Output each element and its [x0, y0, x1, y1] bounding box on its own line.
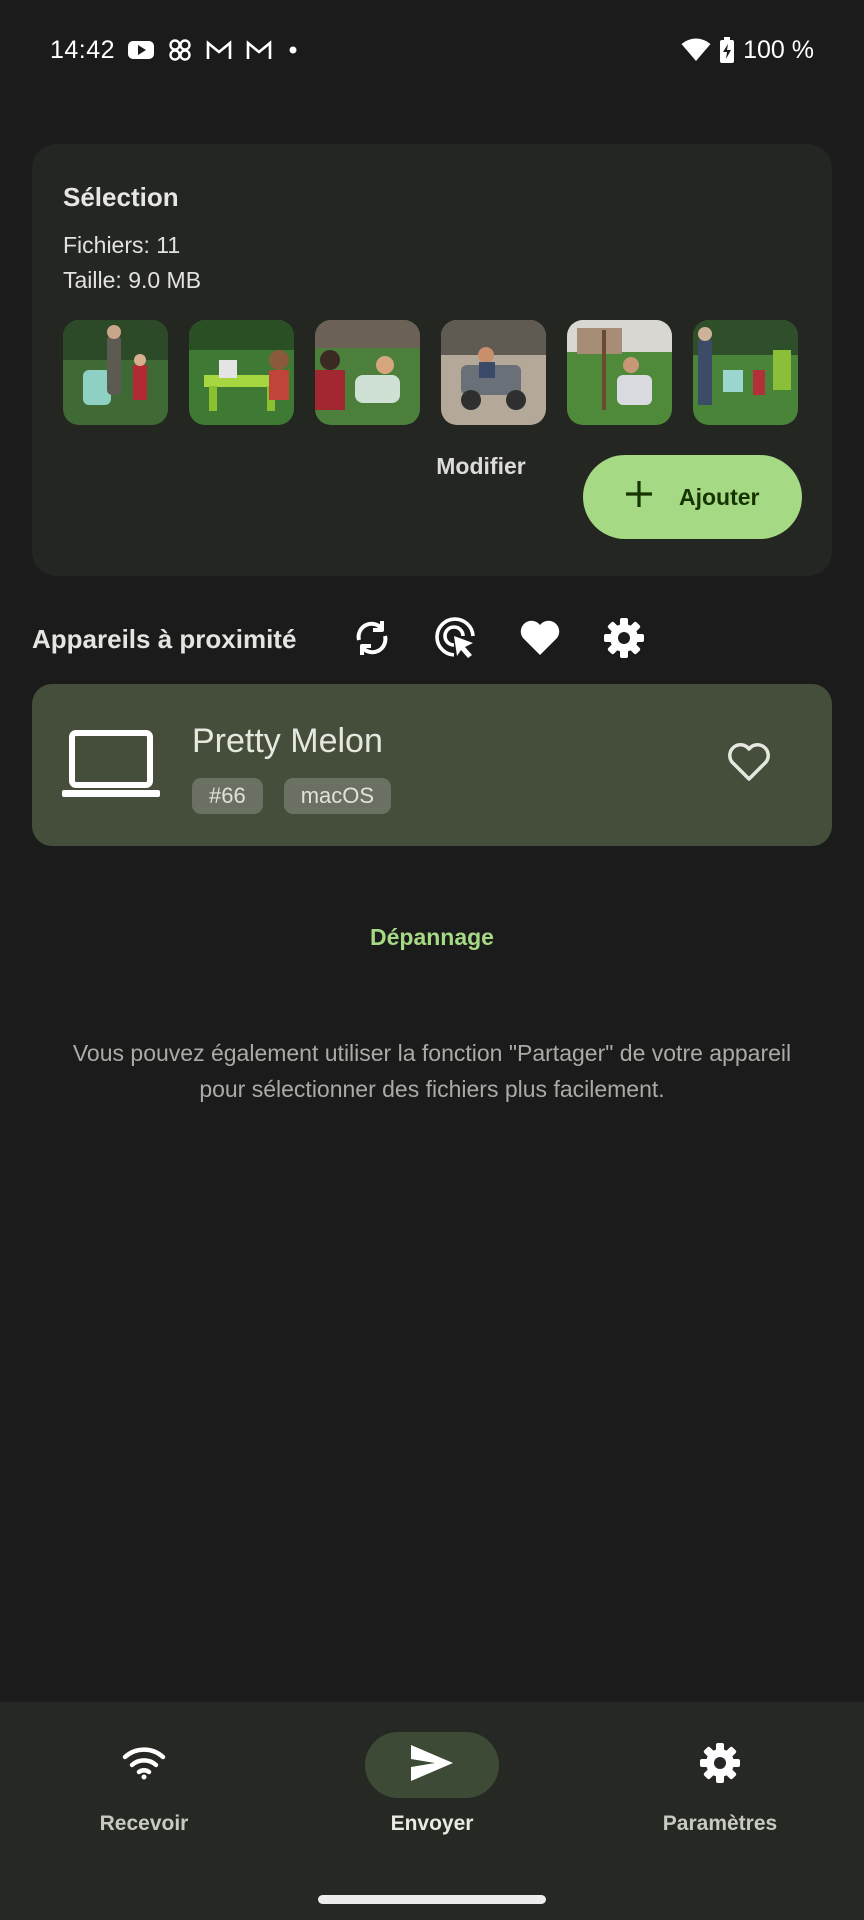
nav-receive-pill: [77, 1732, 211, 1798]
troubleshoot-link[interactable]: Dépannage: [0, 924, 864, 951]
battery-level: 100 %: [743, 35, 814, 64]
device-tag-id: #66: [192, 778, 263, 814]
refresh-icon[interactable]: [350, 616, 394, 660]
thumbnail[interactable]: [693, 320, 798, 425]
nav-send-pill: [365, 1732, 499, 1798]
nav-receive[interactable]: Recevoir: [44, 1732, 244, 1836]
manual-target-icon[interactable]: [434, 616, 478, 660]
modify-button[interactable]: Modifier: [396, 431, 566, 501]
gmail-icon: [205, 39, 233, 61]
nav-receive-label: Recevoir: [99, 1812, 189, 1835]
device-card[interactable]: Pretty Melon #66 macOS: [32, 684, 832, 846]
battery-charging-icon: [719, 37, 735, 63]
pinwheel-icon: [167, 37, 193, 63]
favorites-icon[interactable]: [518, 616, 562, 660]
plus-icon: [623, 478, 655, 516]
nav-settings-pill: [653, 1732, 787, 1798]
nav-send[interactable]: Envoyer: [332, 1732, 532, 1836]
status-bar: 14:42 100 %: [0, 0, 864, 100]
gmail-icon: [245, 39, 273, 61]
settings-icon[interactable]: [602, 616, 646, 660]
device-tags: #66 macOS: [192, 778, 392, 814]
wifi-icon: [681, 38, 711, 62]
selection-file-count: Fichiers: 11: [63, 232, 181, 258]
selection-title: Sélection: [63, 182, 179, 212]
nav-settings-label: Paramètres: [662, 1812, 778, 1835]
nav-settings[interactable]: Paramètres: [620, 1732, 820, 1836]
wifi-icon: [121, 1745, 167, 1786]
nearby-actions: [350, 616, 646, 660]
status-time: 14:42: [50, 35, 116, 64]
bottom-navigation: Recevoir Envoyer Paramètres: [0, 1702, 864, 1920]
device-tag-os: macOS: [283, 778, 392, 814]
thumbnail[interactable]: [189, 320, 294, 425]
youtube-icon: [127, 39, 155, 61]
send-icon: [409, 1743, 455, 1788]
add-button-label: Ajouter: [679, 483, 760, 510]
home-indicator[interactable]: [318, 1895, 546, 1904]
selection-card: Sélection Fichiers: 11 Taille: 9.0 MB Mo…: [32, 144, 832, 576]
nearby-devices-title: Appareils à proximité: [32, 624, 297, 654]
thumbnail[interactable]: [567, 320, 672, 425]
laptop-icon: [62, 730, 160, 803]
heart-outline-icon[interactable]: [726, 741, 772, 788]
thumbnail[interactable]: [63, 320, 168, 425]
device-name: Pretty Melon: [192, 722, 383, 760]
thumbnail-strip: [63, 320, 798, 425]
gear-icon: [699, 1742, 741, 1789]
nav-send-label: Envoyer: [390, 1812, 474, 1835]
thumbnail[interactable]: [315, 320, 420, 425]
thumbnail[interactable]: [441, 320, 546, 425]
add-button[interactable]: Ajouter: [583, 455, 802, 539]
selection-size: Taille: 9.0 MB: [63, 267, 202, 293]
share-hint: Vous pouvez également utiliser la foncti…: [72, 1040, 792, 1102]
dot-icon: [285, 42, 301, 58]
